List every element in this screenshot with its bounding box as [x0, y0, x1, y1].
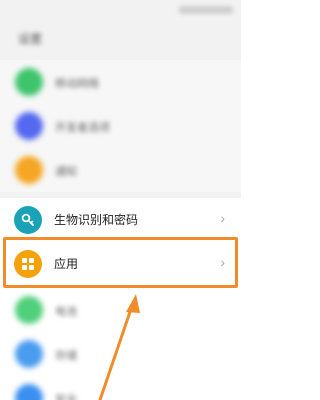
annotation-arrow — [98, 294, 140, 400]
